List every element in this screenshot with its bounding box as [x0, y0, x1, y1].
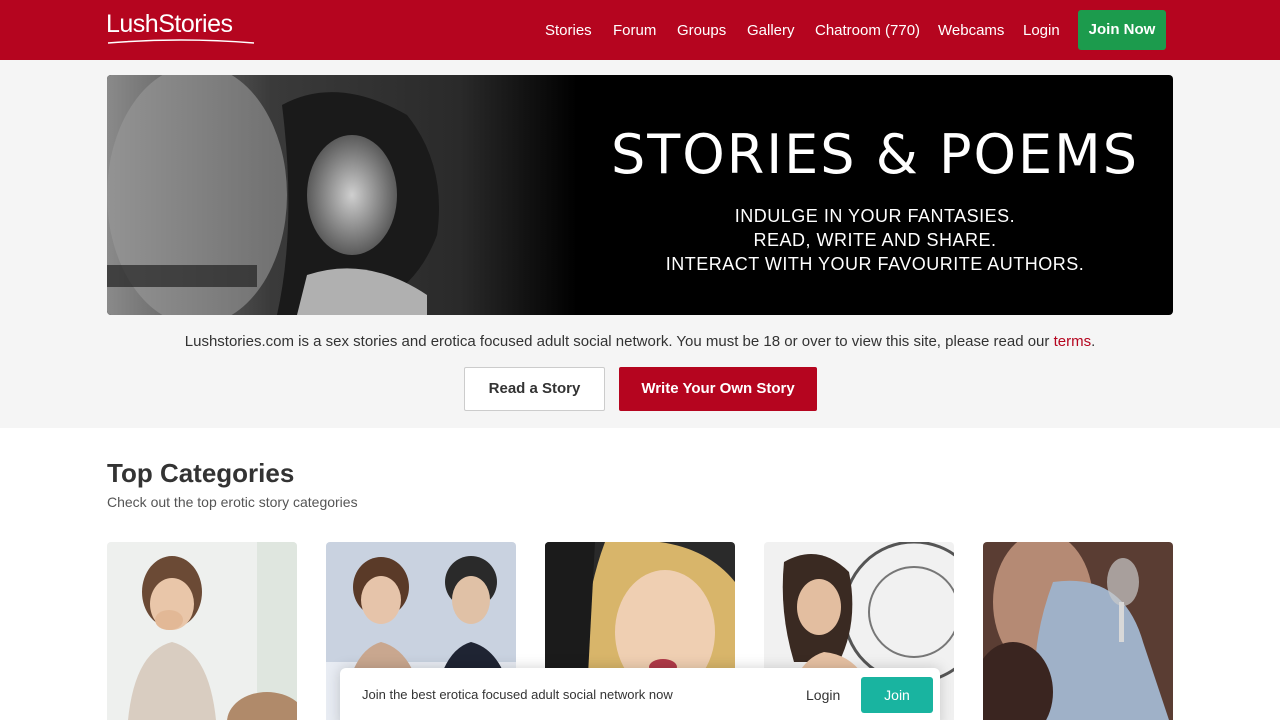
join-now-button[interactable]: Join Now — [1078, 10, 1166, 50]
category-card[interactable] — [107, 542, 297, 720]
intro-suffix: . — [1091, 333, 1096, 350]
hero-banner: STORIES & POEMS INDULGE IN YOUR FANTASIE… — [107, 75, 1173, 315]
category-card[interactable] — [983, 542, 1173, 720]
nav-webcams[interactable]: Webcams — [938, 22, 1004, 39]
write-story-button[interactable]: Write Your Own Story — [619, 367, 817, 411]
category-image — [107, 542, 297, 720]
hero-tagline-1: INDULGE IN YOUR FANTASIES. — [734, 206, 1016, 226]
nav-gallery[interactable]: Gallery — [747, 22, 795, 39]
nav-login[interactable]: Login — [1023, 22, 1060, 39]
terms-link[interactable]: terms — [1054, 333, 1092, 350]
nav-stories[interactable]: Stories — [545, 22, 592, 39]
hero-title: STORIES & POEMS — [610, 123, 1140, 186]
nav-groups[interactable]: Groups — [677, 22, 726, 39]
section-title: Top Categories — [107, 458, 295, 488]
hero-photo — [107, 75, 577, 315]
intro-text: Lushstories.com is a sex stories and ero… — [0, 333, 1280, 350]
section-subtitle: Check out the top erotic story categorie… — [107, 494, 358, 510]
site-header: LushStories Stories Forum Groups Gallery… — [0, 0, 1280, 60]
nav-forum[interactable]: Forum — [613, 22, 656, 39]
join-prompt-text: Join the best erotica focused adult soci… — [362, 687, 673, 702]
category-image — [983, 542, 1173, 720]
join-bar-login-button[interactable]: Login — [806, 687, 840, 703]
site-logo[interactable]: LushStories — [106, 10, 233, 39]
hero-tagline-2: READ, WRITE AND SHARE. — [753, 230, 997, 250]
join-prompt-bar: Join the best erotica focused adult soci… — [340, 668, 940, 720]
logo-swoosh — [107, 39, 255, 44]
hero-tagline-3: INTERACT WITH YOUR FAVOURITE AUTHORS. — [665, 254, 1085, 274]
read-story-button[interactable]: Read a Story — [464, 367, 605, 411]
intro-body: Lushstories.com is a sex stories and ero… — [184, 333, 1054, 350]
join-bar-join-button[interactable]: Join — [861, 677, 933, 713]
nav-chatroom[interactable]: Chatroom (770) — [815, 22, 920, 39]
